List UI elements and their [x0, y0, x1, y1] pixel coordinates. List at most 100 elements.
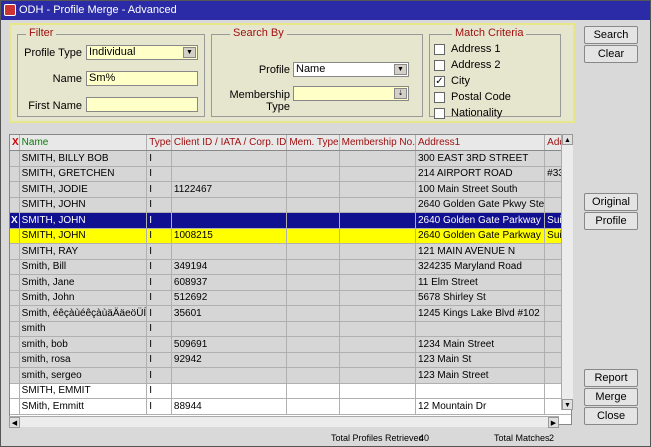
- cell-mem-type: [286, 305, 340, 322]
- table-row[interactable]: Smith, éêçàùéêçàùäÄäeöÜÍ I 35601 1245 Kings…: [10, 305, 571, 322]
- scroll-left-icon[interactable]: ◀: [9, 417, 20, 428]
- city-label: City: [451, 75, 470, 87]
- first-name-input[interactable]: [86, 97, 198, 112]
- original-button[interactable]: Original: [584, 193, 638, 211]
- table-row[interactable]: smith, rosa I 92942 123 Main St: [10, 352, 571, 368]
- column-header-address1[interactable]: Address1: [415, 135, 546, 151]
- table-row[interactable]: SMITH, RAY I 121 MAIN AVENUE N: [10, 243, 571, 260]
- table-row[interactable]: SMITH, GRETCHEN I 214 AIRPORT ROAD #33: [10, 166, 571, 182]
- name-label: Name: [52, 73, 82, 85]
- column-header-membership-no[interactable]: Membership No.: [339, 135, 416, 151]
- search-criteria-panel: Filter Profile Type Individual ▼ Name Sm…: [9, 23, 575, 123]
- cell-mem-no: [339, 321, 416, 337]
- cell-address1: 123 Main St: [415, 352, 546, 368]
- cell-mem-type: [286, 228, 340, 244]
- cell-mem-no: [339, 305, 416, 322]
- nationality-checkbox[interactable]: [434, 108, 445, 119]
- cell-mem-type: [286, 383, 340, 399]
- cell-address1: 11 Elm Street: [415, 274, 546, 291]
- clear-button[interactable]: Clear: [584, 45, 638, 63]
- cell-client-id: [171, 383, 288, 399]
- total-matches-label: Total Matches: [494, 433, 550, 443]
- profile-button[interactable]: Profile: [584, 212, 638, 230]
- match-criteria-group: Match Criteria Address 1 Address 2 ✓ Cit…: [429, 27, 561, 119]
- cell-mem-type: [286, 259, 340, 275]
- cell-name: Smith, Jane: [19, 274, 148, 291]
- table-row[interactable]: smith I: [10, 321, 571, 337]
- cell-type: I: [146, 398, 172, 415]
- table-row[interactable]: SMITH, JOHN I 2640 Golden Gate Pkwy Ste: [10, 197, 571, 213]
- cell-address1: 100 Main Street South: [415, 181, 546, 198]
- table-row[interactable]: Smith, Bill I 349194 324235 Maryland Road: [10, 259, 571, 275]
- vertical-scrollbar[interactable]: ▲ ▼: [561, 134, 573, 410]
- table-row[interactable]: SMITH, BILLY BOB I 300 EAST 3RD STREET: [10, 150, 571, 167]
- cell-client-id: [171, 197, 288, 213]
- postal-code-checkbox[interactable]: [434, 92, 445, 103]
- cell-mem-no: [339, 398, 416, 415]
- cell-mem-no: [339, 197, 416, 213]
- cell-type: I: [146, 367, 172, 384]
- cell-mem-type: [286, 290, 340, 306]
- table-row[interactable]: smith, sergeo I 123 Main Street: [10, 367, 571, 384]
- column-header-client-id[interactable]: Client ID / IATA / Corp. ID: [171, 135, 288, 151]
- cell-mem-type: [286, 336, 340, 353]
- column-header-mem-type[interactable]: Mem. Type: [286, 135, 340, 151]
- table-row[interactable]: X SMITH, JOHN I 2640 Golden Gate Parkway Sui…: [10, 212, 571, 229]
- table-row[interactable]: SMith, Emmitt I 88944 12 Mountain Dr: [10, 398, 571, 415]
- cell-type: I: [146, 274, 172, 291]
- name-input[interactable]: Sm%: [86, 71, 198, 86]
- table-row[interactable]: SMITH, JODIE I 1122467 100 Main Street Sout…: [10, 181, 571, 198]
- merge-button[interactable]: Merge: [584, 388, 638, 406]
- city-checkbox[interactable]: ✓: [434, 76, 445, 87]
- cell-type: I: [146, 166, 172, 182]
- cell-type: I: [146, 321, 172, 337]
- column-header-name[interactable]: Name: [19, 135, 148, 151]
- table-row[interactable]: Smith, John I 512692 5678 Shirley St: [10, 290, 571, 306]
- search-by-legend: Search By: [230, 27, 287, 39]
- membership-type-input[interactable]: ⇣: [293, 86, 409, 101]
- search-button[interactable]: Search: [584, 26, 638, 44]
- table-row[interactable]: SMITH, JOHN I 1008215 2640 Golden Gate Park…: [10, 228, 571, 244]
- column-header-mark: X: [10, 135, 20, 151]
- table-row[interactable]: smith, bob I 509691 1234 Main Street: [10, 336, 571, 353]
- cell-mem-type: [286, 367, 340, 384]
- cell-client-id: 1122467: [171, 181, 288, 198]
- scroll-right-icon[interactable]: ▶: [548, 417, 559, 428]
- cell-client-id: 509691: [171, 336, 288, 353]
- cell-mark: [10, 166, 20, 182]
- table-row[interactable]: Smith, Jane I 608937 11 Elm Street: [10, 274, 571, 291]
- chevron-down-icon[interactable]: ▼: [394, 64, 407, 75]
- search-by-group: Search By Profile Name ▼ Membership Type…: [211, 27, 423, 117]
- chevron-down-icon[interactable]: ▼: [183, 47, 196, 58]
- lookup-icon[interactable]: ⇣: [394, 88, 407, 99]
- cell-client-id: [171, 321, 288, 337]
- scroll-up-icon[interactable]: ▲: [562, 134, 573, 145]
- address1-checkbox[interactable]: [434, 44, 445, 55]
- cell-name: SMITH, JOHN: [19, 197, 148, 213]
- horizontal-scrollbar[interactable]: ◀ ▶: [9, 416, 559, 428]
- cell-name: Smith, John: [19, 290, 148, 306]
- address2-checkbox[interactable]: [434, 60, 445, 71]
- cell-address1: 5678 Shirley St: [415, 290, 546, 306]
- search-by-profile-select[interactable]: Name ▼: [293, 62, 409, 77]
- table-row[interactable]: SMITH, EMMIT I: [10, 383, 571, 399]
- cell-mem-type: [286, 321, 340, 337]
- cell-mem-no: [339, 228, 416, 244]
- cell-mem-no: [339, 352, 416, 368]
- cell-mark: [10, 367, 20, 384]
- cell-name: SMITH, JOHN: [19, 228, 148, 244]
- cell-client-id: 608937: [171, 274, 288, 291]
- cell-mem-type: [286, 166, 340, 182]
- cell-client-id: 92942: [171, 352, 288, 368]
- scroll-down-icon[interactable]: ▼: [562, 399, 573, 410]
- close-button[interactable]: Close: [584, 407, 638, 425]
- cell-mark: [10, 181, 20, 198]
- cell-mark: [10, 150, 20, 167]
- results-table: X Name Type Client ID / IATA / Corp. ID …: [10, 135, 571, 415]
- profile-results-grid: X Name Type Client ID / IATA / Corp. ID …: [9, 134, 572, 425]
- column-header-type[interactable]: Type: [146, 135, 172, 151]
- report-button[interactable]: Report: [584, 369, 638, 387]
- cell-mark: [10, 336, 20, 353]
- profile-type-select[interactable]: Individual ▼: [86, 45, 198, 60]
- cell-mark: [10, 274, 20, 291]
